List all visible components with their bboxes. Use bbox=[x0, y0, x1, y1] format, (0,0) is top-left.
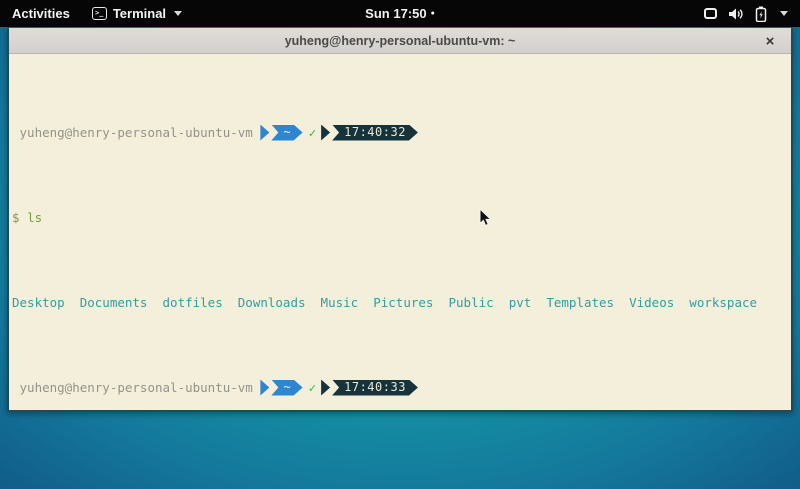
powerline-arrow-icon bbox=[260, 125, 269, 141]
terminal-titlebar[interactable]: yuheng@henry-personal-ubuntu-vm: ~ × bbox=[9, 28, 791, 54]
screen-icon bbox=[704, 8, 717, 19]
prompt-directory-segment: ~ bbox=[271, 380, 302, 396]
prompt-directory: ~ bbox=[283, 379, 290, 396]
activities-label: Activities bbox=[12, 6, 70, 21]
chevron-down-icon bbox=[174, 11, 182, 16]
prompt-timestamp: 17:40:33 bbox=[344, 379, 406, 396]
app-menu-terminal[interactable]: >_ Terminal bbox=[82, 0, 192, 27]
terminal-window: yuheng@henry-personal-ubuntu-vm: ~ × yuh… bbox=[7, 28, 793, 412]
prompt-dollar: $ bbox=[12, 209, 20, 226]
volume-icon bbox=[728, 7, 744, 21]
close-button[interactable]: × bbox=[759, 28, 781, 54]
close-icon: × bbox=[766, 33, 775, 50]
gnome-top-bar: Activities >_ Terminal Sun 17:50 ● bbox=[0, 0, 800, 27]
status-check-icon: ✓ bbox=[303, 379, 322, 396]
powerline-arrow-icon bbox=[321, 125, 330, 141]
battery-charging-icon bbox=[755, 6, 767, 22]
prompt-directory: ~ bbox=[283, 124, 290, 141]
prompt-time-segment: 17:40:32 bbox=[332, 125, 418, 141]
clock-label: Sun 17:50 bbox=[365, 6, 426, 21]
prompt-line-1: yuheng@henry-personal-ubuntu-vm ~ ✓ 17:4… bbox=[12, 124, 788, 141]
powerline-arrow-icon bbox=[260, 380, 269, 396]
window-title: yuheng@henry-personal-ubuntu-vm: ~ bbox=[9, 34, 791, 48]
command-line: $ ls bbox=[12, 209, 788, 226]
system-status-area[interactable] bbox=[698, 0, 794, 27]
prompt-directory-segment: ~ bbox=[271, 125, 302, 141]
chevron-down-icon bbox=[780, 11, 788, 16]
prompt-username: yuheng@henry-personal-ubuntu-vm bbox=[12, 379, 260, 396]
prompt-line-2: yuheng@henry-personal-ubuntu-vm ~ ✓ 17:4… bbox=[12, 379, 788, 396]
ls-output-line: Desktop Documents dotfiles Downloads Mus… bbox=[12, 294, 788, 311]
prompt-username: yuheng@henry-personal-ubuntu-vm bbox=[12, 124, 260, 141]
status-check-icon: ✓ bbox=[303, 124, 322, 141]
prompt-time-segment: 17:40:33 bbox=[332, 380, 418, 396]
terminal-app-icon: >_ bbox=[92, 7, 107, 20]
notification-dot-icon: ● bbox=[431, 10, 435, 17]
clock-button[interactable]: Sun 17:50 ● bbox=[365, 6, 435, 21]
powerline-arrow-icon bbox=[321, 380, 330, 396]
terminal-content[interactable]: yuheng@henry-personal-ubuntu-vm ~ ✓ 17:4… bbox=[9, 54, 791, 410]
typed-command: ls bbox=[27, 209, 42, 226]
app-menu-label: Terminal bbox=[113, 6, 166, 21]
activities-button[interactable]: Activities bbox=[0, 0, 82, 27]
directory-list: Desktop Documents dotfiles Downloads Mus… bbox=[12, 294, 757, 311]
prompt-timestamp: 17:40:32 bbox=[344, 124, 406, 141]
